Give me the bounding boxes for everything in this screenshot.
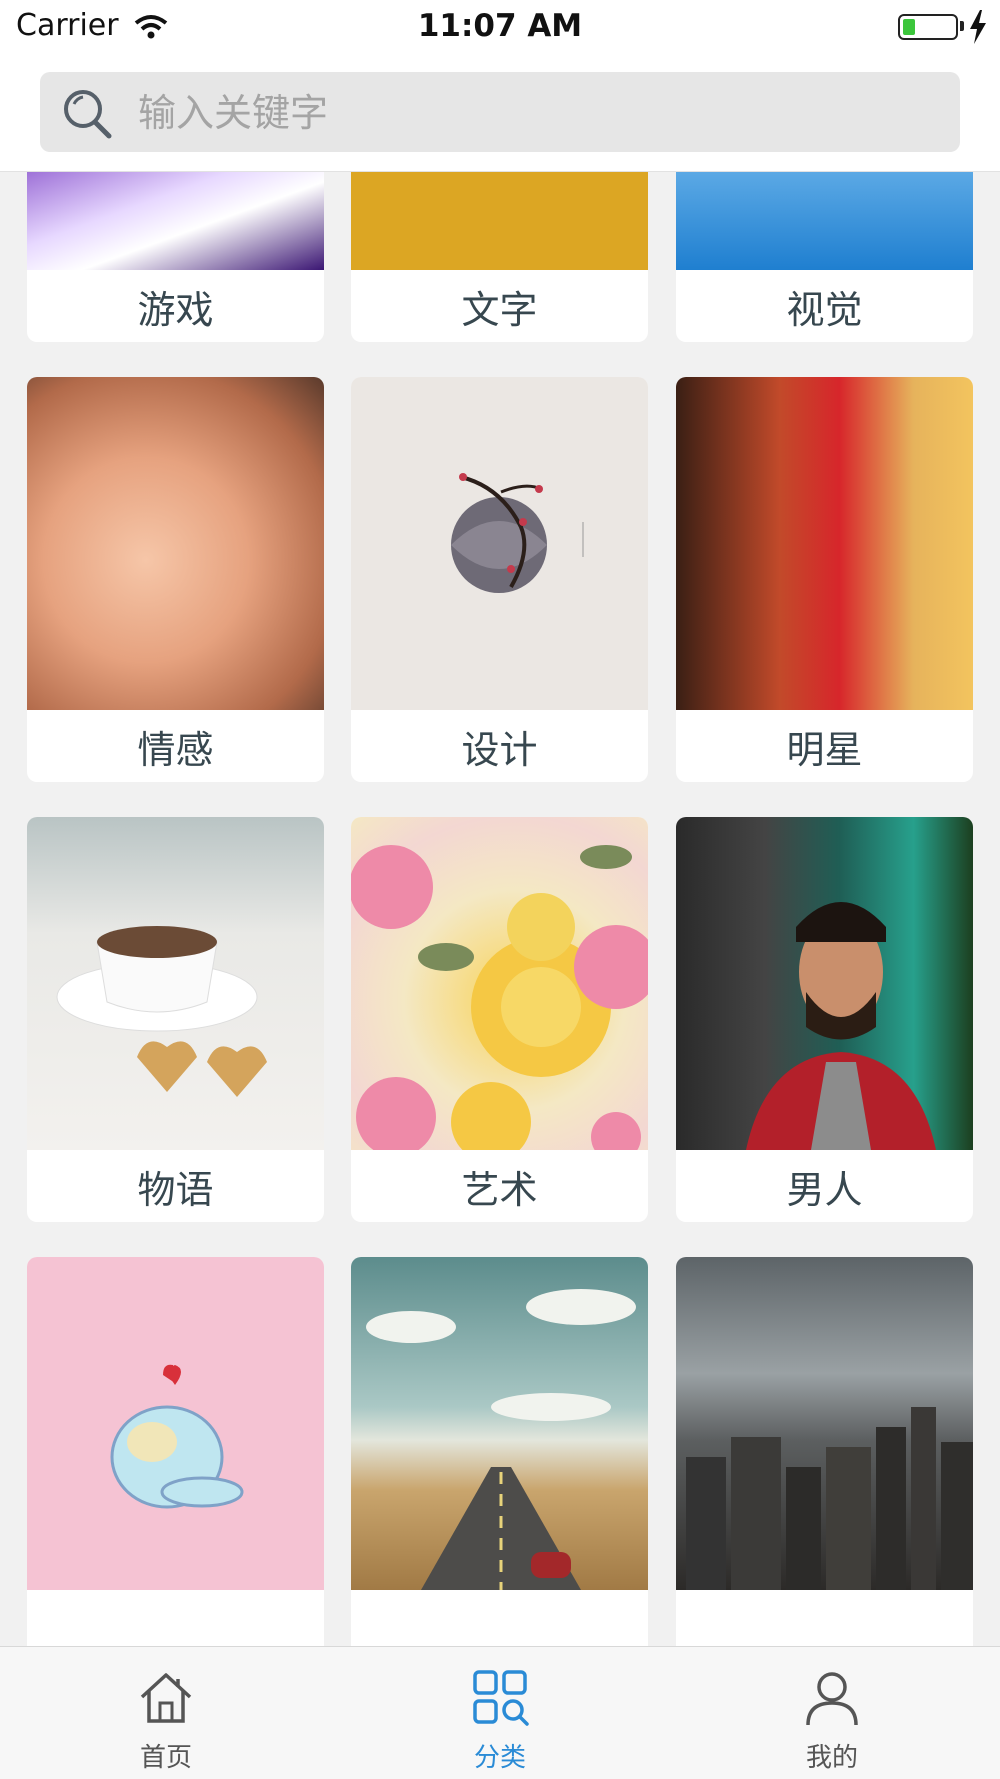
tab-label: 我的 xyxy=(805,1743,858,1773)
clock: 11:07 AM xyxy=(417,8,583,44)
category-label: 游戏 xyxy=(137,287,214,332)
tab-bar: 首页 分类 我的 xyxy=(0,1646,1000,1779)
tab-label: 分类 xyxy=(473,1743,526,1773)
bulldog-illustration xyxy=(110,1364,244,1509)
search-header xyxy=(0,56,1000,172)
category-image xyxy=(27,377,324,710)
category-label: 设计 xyxy=(461,727,538,772)
man-portrait-illustration xyxy=(746,902,936,1150)
category-image xyxy=(676,817,973,1150)
category-label: 情感 xyxy=(137,727,214,772)
coffee-illustration xyxy=(56,926,267,1097)
category-card-pink[interactable] xyxy=(27,1257,324,1646)
tab-home[interactable]: 首页 xyxy=(86,1647,246,1779)
city-illustration xyxy=(686,1407,973,1590)
category-card-man[interactable]: 男人 xyxy=(676,817,973,1222)
category-grid[interactable]: 游戏 文字 视觉 情感 设计 明星 物语 艺术 男人 xyxy=(0,172,1000,1646)
tab-category[interactable]: 分类 xyxy=(420,1647,580,1779)
battery-icon xyxy=(898,14,958,40)
flower-illustration xyxy=(351,845,648,1162)
category-image xyxy=(676,172,973,270)
tab-label: 首页 xyxy=(139,1743,192,1773)
category-card-star[interactable]: 明星 xyxy=(676,377,973,782)
category-image xyxy=(351,377,648,710)
charging-icon xyxy=(970,10,986,44)
category-image xyxy=(351,1257,648,1590)
category-image xyxy=(676,377,973,710)
category-label: 明星 xyxy=(786,727,863,772)
search-icon xyxy=(64,90,112,139)
category-image xyxy=(27,817,324,1150)
road-illustration xyxy=(366,1289,636,1590)
category-card-art[interactable]: 艺术 xyxy=(351,817,648,1222)
category-label: 男人 xyxy=(786,1167,863,1212)
search-box[interactable] xyxy=(40,72,960,152)
category-label: 文字 xyxy=(461,287,538,332)
battery-level xyxy=(903,19,915,35)
category-card-text[interactable]: 文字 xyxy=(351,172,648,342)
category-image xyxy=(27,1257,324,1590)
status-bar: Carrier 11:07 AM xyxy=(0,0,1000,56)
category-image xyxy=(351,817,648,1162)
category-card-emotion[interactable]: 情感 xyxy=(27,377,324,782)
category-card-design[interactable]: 设计 xyxy=(351,377,648,782)
category-label: 物语 xyxy=(137,1167,214,1212)
category-image xyxy=(676,1257,973,1590)
category-image xyxy=(27,172,324,270)
category-label: 艺术 xyxy=(461,1167,538,1212)
category-icon xyxy=(473,1670,529,1726)
category-card-visual[interactable]: 视觉 xyxy=(676,172,973,342)
home-icon xyxy=(140,1673,192,1723)
tab-profile[interactable]: 我的 xyxy=(752,1647,912,1779)
ink-painting-illustration xyxy=(451,473,584,593)
category-label: 视觉 xyxy=(786,287,863,332)
category-card-game[interactable]: 游戏 xyxy=(27,172,324,342)
category-image xyxy=(351,172,648,270)
category-card-road[interactable] xyxy=(351,1257,648,1646)
category-card-city[interactable] xyxy=(676,1257,973,1646)
search-input[interactable] xyxy=(136,82,940,144)
battery-nub xyxy=(960,21,964,31)
profile-icon xyxy=(806,1672,858,1726)
category-card-story[interactable]: 物语 xyxy=(27,817,324,1222)
